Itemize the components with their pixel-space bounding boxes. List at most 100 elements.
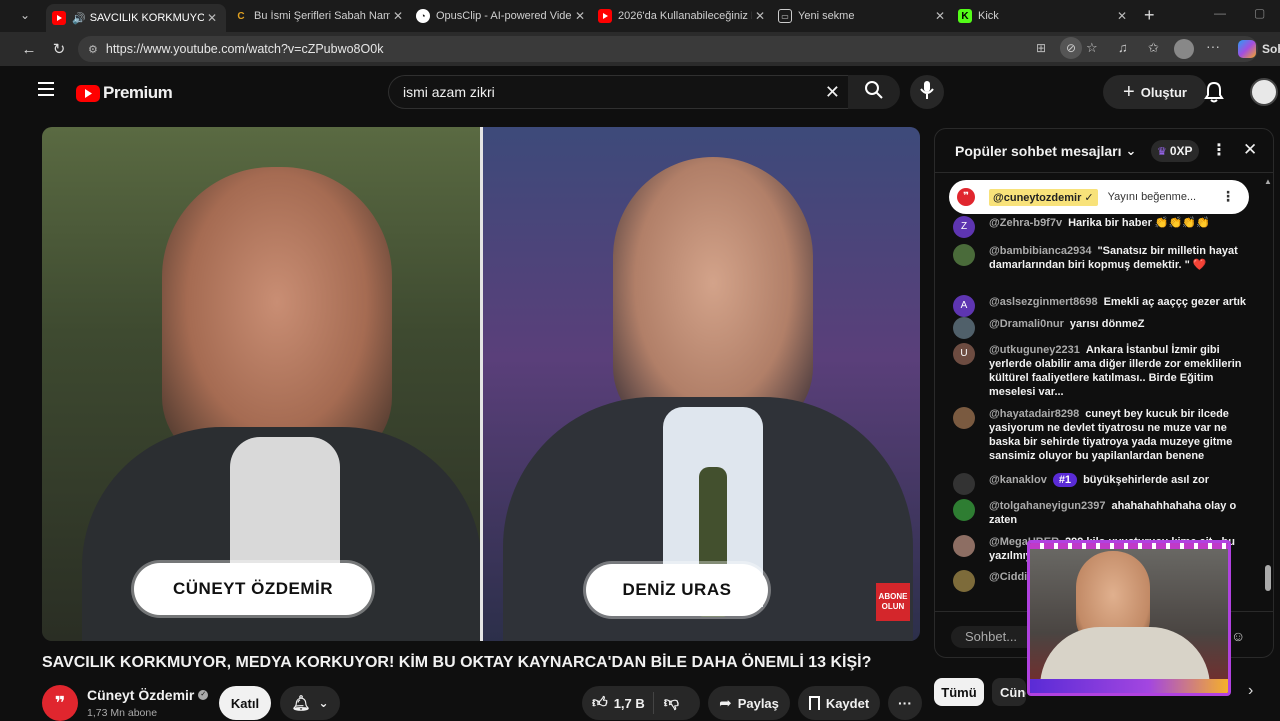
chat-message[interactable]: @bambibianca2934 "Sanatsız bir milletin h… [953, 244, 1253, 272]
more-actions-button[interactable]: ··· [888, 686, 922, 720]
tab-opusclip[interactable]: ◔ OpusClip - AI-powered Video ✕ [416, 4, 588, 28]
tab-kick[interactable]: K Kick ✕ [958, 4, 1130, 28]
thumbs-up-icon: 👍︎ [592, 694, 608, 711]
clear-search-icon[interactable]: ✕ [825, 82, 840, 103]
url-text[interactable]: https://www.youtube.com/watch?v=cZPubwo8… [106, 42, 384, 56]
chat-author-avatar[interactable]: U [953, 343, 975, 365]
pinned-message[interactable]: ❞ @cuneytozdemir ✓ Yayını beğenme... ⋮ [949, 180, 1249, 214]
close-tab-icon[interactable]: ✕ [572, 9, 588, 23]
close-tab-icon[interactable]: ✕ [752, 9, 768, 23]
chat-author-name[interactable]: @Dramali0nur [989, 318, 1064, 330]
chat-message[interactable]: @kanaklov #1 büyükşehirlerde asıl zor [953, 473, 1253, 495]
chat-author-name[interactable]: @tolgahaneyigun2397 [989, 500, 1105, 512]
favorite-star-icon[interactable]: ☆ [1086, 40, 1098, 56]
speaker-icon[interactable]: 🔊 [72, 12, 86, 25]
scroll-up-icon[interactable]: ▲ [1264, 177, 1272, 186]
site-info-icon[interactable]: ⚙ [88, 43, 98, 56]
channel-name-text[interactable]: Cüneyt Özdemir [87, 687, 194, 703]
chat-author-avatar[interactable] [953, 244, 975, 266]
chat-mode-dropdown[interactable]: Popüler sohbet mesajları ⌄ [955, 143, 1136, 159]
tab-list-chevron-icon[interactable]: ⌄ [20, 8, 30, 22]
chat-message[interactable]: @Dramali0nur yarısı dönmeZ [953, 317, 1253, 339]
chat-message[interactable]: @tolgahaneyigun2397 ahahahahhahaha olay o… [953, 499, 1253, 527]
chat-author-avatar[interactable] [953, 535, 975, 557]
chat-author-name[interactable]: @Zehra-b9f7v [989, 217, 1062, 229]
chat-author-avatar[interactable] [953, 499, 975, 521]
maximize-icon[interactable]: ▢ [1254, 6, 1265, 20]
chat-author-avatar[interactable] [953, 407, 975, 429]
scroll-thumb[interactable] [1265, 565, 1271, 591]
chat-author-name[interactable]: @kanaklov [989, 474, 1047, 486]
chat-author-avatar[interactable]: A [953, 295, 975, 317]
xp-points-badge[interactable]: ♛ 0XP [1151, 140, 1199, 162]
subscribed-bell-button[interactable]: 🔔︎ ⌄ [280, 686, 340, 720]
media-control-icon[interactable]: ♫ [1118, 40, 1128, 55]
channel-avatar[interactable]: ❞ [42, 685, 78, 721]
chat-author-name[interactable]: @hayatadair8298 [989, 408, 1079, 420]
chat-message-text: Emekli aç aaççç gezer artık [1103, 296, 1247, 308]
tracking-blocked-icon[interactable]: ⊘ [1060, 37, 1082, 59]
chat-message[interactable]: A @aslsezginmert8698 Emekli aç aaççç gezer… [953, 295, 1253, 317]
share-button[interactable]: ➦ Paylaş [708, 686, 790, 720]
split-screen-icon[interactable]: ⊞ [1036, 41, 1046, 55]
back-arrow-icon[interactable]: ← [20, 40, 38, 58]
pinned-text: Yayını beğenme... [1107, 191, 1197, 203]
search-icon [864, 80, 884, 105]
chat-author-avatar[interactable] [953, 570, 975, 592]
notifications-bell-icon[interactable] [1204, 81, 1224, 108]
close-tab-icon[interactable]: ✕ [204, 11, 220, 25]
join-button[interactable]: Katıl [219, 686, 271, 720]
profile-avatar-icon[interactable] [1174, 39, 1194, 59]
search-input[interactable]: ismi azam zikri ✕ [388, 75, 848, 109]
emoji-icon[interactable]: ☺ [1231, 628, 1245, 644]
chat-message[interactable]: @hayatadair8298 cuneyt bey kucuk bir ilce… [953, 407, 1253, 463]
chat-header-title[interactable]: Popüler sohbet mesajları [955, 143, 1122, 159]
channel-name[interactable]: Cüneyt Özdemir ✓ [87, 687, 209, 703]
account-avatar[interactable] [1250, 78, 1278, 106]
close-tab-icon[interactable]: ✕ [932, 9, 948, 23]
chat-author-name[interactable]: @bambibianca2934 [989, 245, 1091, 257]
close-tab-icon[interactable]: ✕ [1114, 9, 1130, 23]
chat-author-name[interactable]: @utkuguney2231 [989, 344, 1080, 356]
minimize-icon[interactable]: — [1214, 6, 1226, 20]
youtube-header: Premium ismi azam zikri ✕ + Oluştur [14, 66, 1280, 120]
copilot-label[interactable]: Soh [1262, 42, 1280, 56]
tab-new-tab[interactable]: ▭ Yeni sekme ✕ [778, 4, 948, 28]
reload-icon[interactable]: ↻ [50, 40, 68, 58]
chat-author-avatar[interactable] [953, 473, 975, 495]
pinned-more-icon[interactable]: ⋮ [1221, 188, 1235, 205]
chat-author-avatar[interactable] [953, 317, 975, 339]
like-button[interactable]: 👍︎ 1,7 B [582, 692, 654, 714]
video-player[interactable]: CÜNEYT ÖZDEMİR DENİZ URAS ABONE OLUN [42, 127, 920, 641]
close-tab-icon[interactable]: ✕ [390, 9, 406, 23]
tab-2026-video[interactable]: 2026'da Kullanabileceğiniz En ✕ [598, 4, 768, 28]
chat-author-name[interactable]: @aslsezginmert8698 [989, 296, 1098, 308]
favorites-icon[interactable]: ✩ [1148, 40, 1159, 56]
hamburger-menu-icon[interactable] [38, 82, 54, 96]
youtube-premium-logo[interactable]: Premium [76, 83, 173, 103]
create-button[interactable]: + Oluştur [1103, 75, 1207, 109]
close-chat-icon[interactable]: ✕ [1243, 140, 1257, 160]
search-value[interactable]: ismi azam zikri [403, 84, 495, 100]
tab-isim-serifleri[interactable]: C Bu İsmi Şerifleri Sabah Namaz ✕ [234, 4, 406, 28]
chips-next-chevron-icon[interactable]: › [1248, 682, 1253, 700]
copilot-icon[interactable] [1238, 40, 1256, 58]
search-button[interactable] [848, 75, 900, 109]
more-options-icon[interactable]: ··· [1206, 38, 1220, 54]
chat-more-options-icon[interactable]: ⋮ [1211, 140, 1227, 160]
chip-channel[interactable]: Cüneyt Özdemir [992, 678, 1026, 706]
chat-message[interactable]: Z @Zehra-b9f7v Harika bir haber 👏👏👏👏 [953, 216, 1253, 238]
address-bar[interactable]: ⚙ https://www.youtube.com/watch?v=cZPubw… [78, 36, 1258, 62]
save-button[interactable]: Kaydet [798, 686, 880, 720]
voice-search-button[interactable] [910, 75, 944, 109]
subscribe-badge[interactable]: ABONE OLUN [876, 583, 910, 621]
chip-all[interactable]: Tümü [934, 678, 984, 706]
tab-youtube-video[interactable]: 🔊 SAVCILIK KORKMUYOR, M ✕ [46, 4, 226, 32]
new-tab-plus-icon[interactable]: + [1144, 5, 1155, 26]
chat-message[interactable]: U @utkuguney2231 Ankara İstanbul İzmir gib… [953, 343, 1253, 399]
chat-message-text: Harika bir haber 👏👏👏👏 [1068, 217, 1210, 229]
chat-message-body: @utkuguney2231 Ankara İstanbul İzmir gibi… [989, 343, 1253, 399]
chat-author-avatar[interactable]: Z [953, 216, 975, 238]
chat-scrollbar[interactable]: ▲ [1264, 177, 1272, 607]
thumbs-down-icon[interactable]: 👎︎ [654, 694, 679, 712]
